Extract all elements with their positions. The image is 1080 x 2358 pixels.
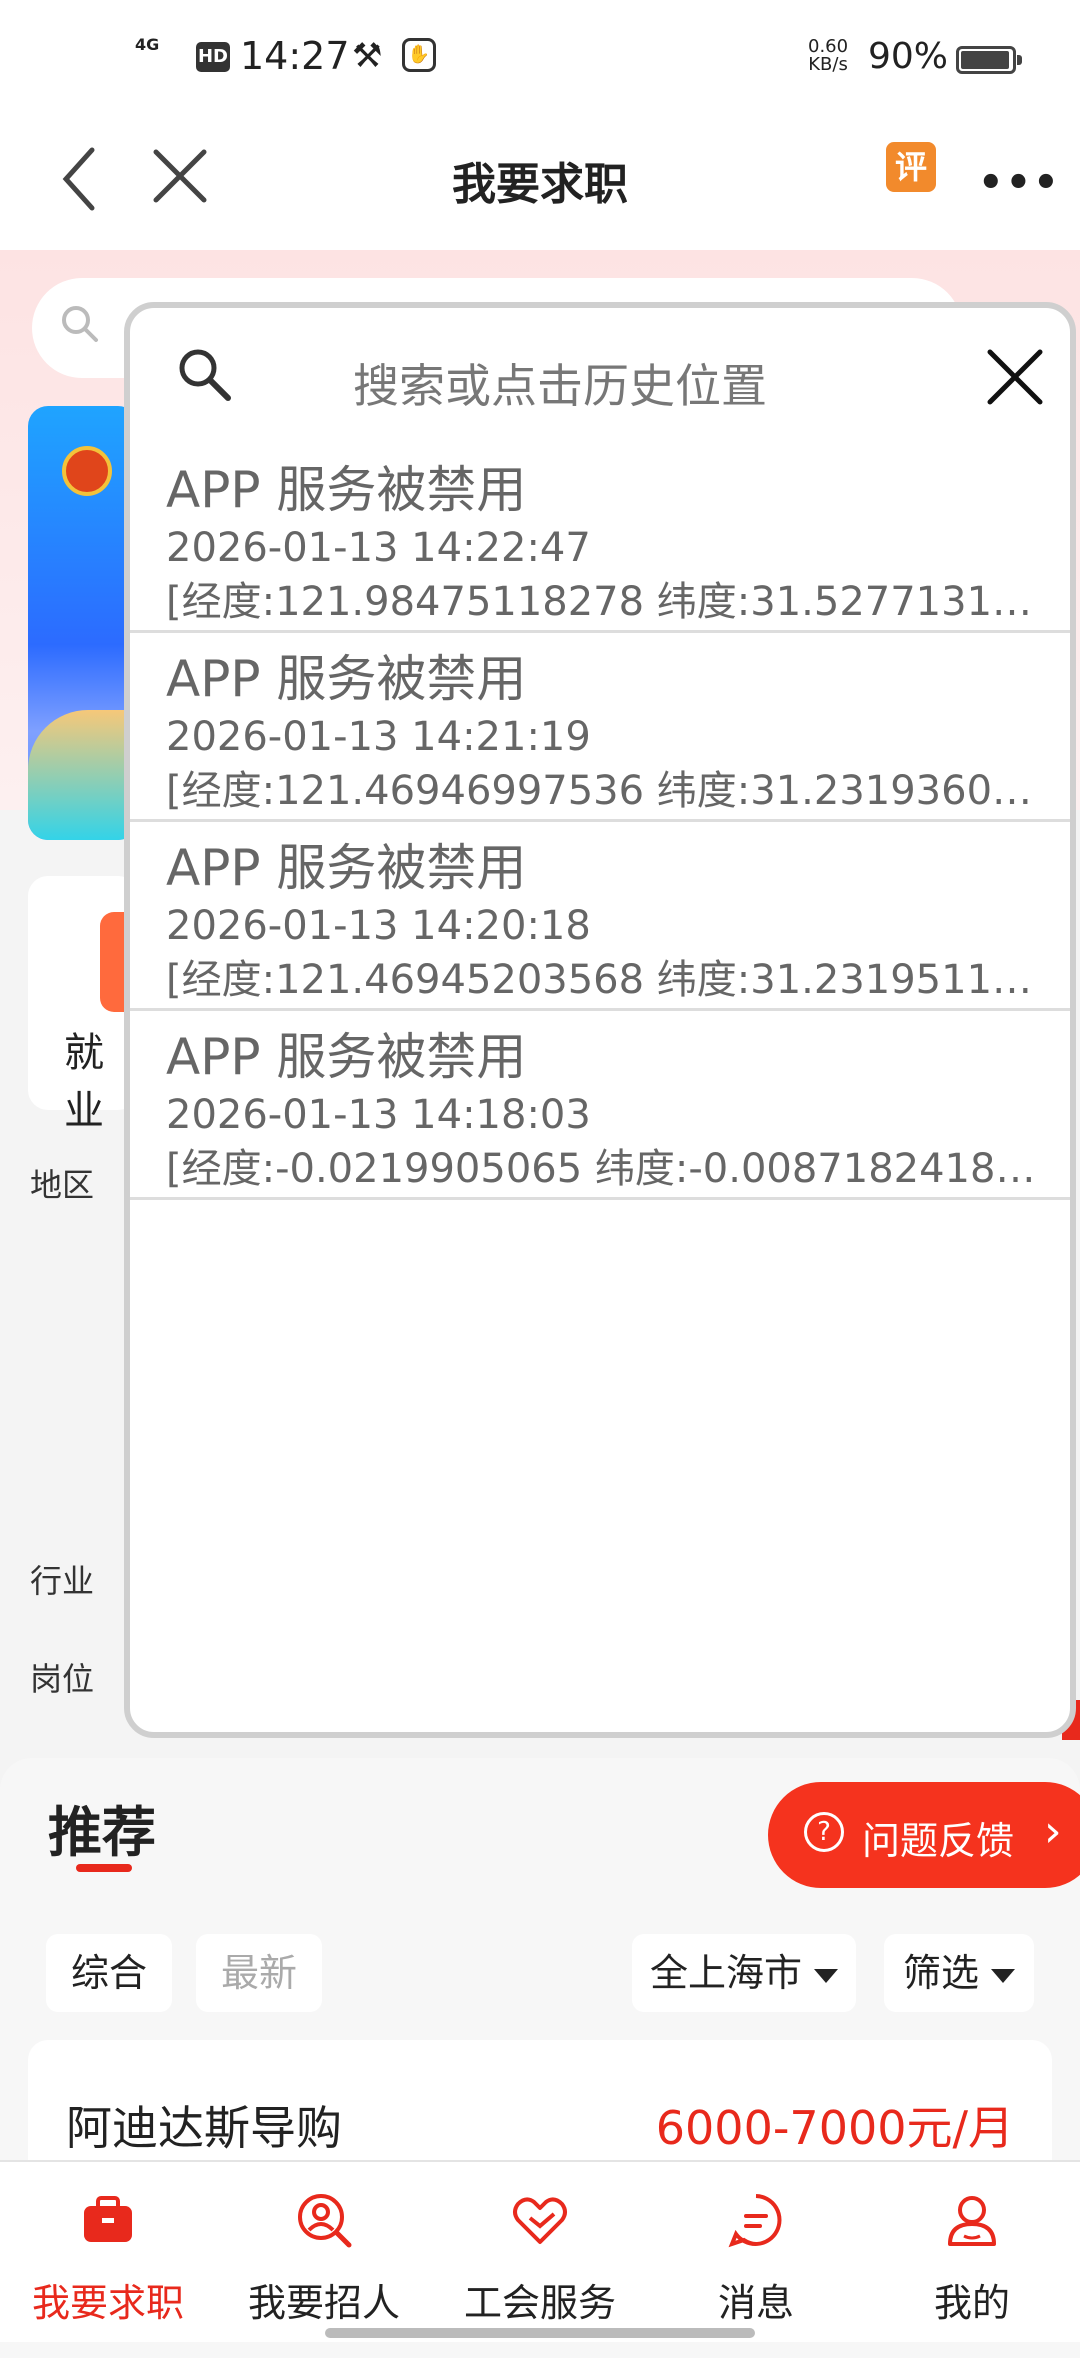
- history-title: APP 服务被禁用: [166, 650, 527, 708]
- home-indicator[interactable]: [325, 2328, 755, 2338]
- tab-label: 我要求职: [31, 2281, 184, 2325]
- chevron-right-icon: ›: [1044, 1806, 1062, 1857]
- hand-icon: ✋: [402, 38, 436, 72]
- tab-mine[interactable]: 我的: [864, 2162, 1080, 2342]
- status-time: 14:27: [240, 34, 350, 78]
- network-indicator: 4G: [135, 35, 160, 54]
- union-logo-icon: [62, 446, 112, 496]
- tab-job-seeking[interactable]: 我要求职: [0, 2162, 216, 2342]
- location-search-input[interactable]: 搜索或点击历史位置: [260, 350, 860, 416]
- filter-latest[interactable]: 最新: [196, 1934, 322, 2012]
- history-coords: [经度:-0.0219905065 纬度:-0.00871824183]: [166, 1146, 1036, 1192]
- bottom-tab-bar: 我要求职 我要招人 工会服务 消息 我的: [0, 2160, 1080, 2342]
- tab-label: 我的: [933, 2281, 1010, 2325]
- history-coords: [经度:121.46946997536 纬度:31.23193609…: [166, 768, 1036, 814]
- tab-label: 消息: [717, 2281, 794, 2325]
- search-person-icon: [298, 2194, 352, 2248]
- history-item[interactable]: APP 服务被禁用 2026-01-13 14:18:03 [经度:-0.021…: [130, 1011, 1070, 1200]
- nav-bar: 我要求职 评 •••: [0, 110, 1080, 250]
- dropdown-arrow-icon: [991, 1968, 1015, 1983]
- tab-union-service[interactable]: 工会服务: [432, 2162, 648, 2342]
- rate-icon[interactable]: 评: [886, 142, 936, 192]
- dropdown-arrow-icon: [814, 1968, 838, 1983]
- industry-label: 行业: [30, 1562, 95, 1600]
- history-date: 2026-01-13 14:21:19: [166, 714, 591, 760]
- history-date: 2026-01-13 14:22:47: [166, 525, 591, 571]
- more-icon[interactable]: •••: [978, 160, 1061, 206]
- tools-icon: ⚒: [352, 36, 383, 76]
- history-item[interactable]: APP 服务被禁用 2026-01-13 14:22:47 [经度:121.98…: [130, 444, 1070, 633]
- history-coords: [经度:121.46945203568 纬度:31.23195113…: [166, 957, 1036, 1003]
- battery-percent: 90%: [868, 36, 949, 77]
- history-date: 2026-01-13 14:18:03: [166, 1092, 591, 1138]
- region-label: 地区: [30, 1166, 95, 1204]
- location-history-popup: 搜索或点击历史位置 APP 服务被禁用 2026-01-13 14:22:47 …: [124, 302, 1076, 1738]
- history-title: APP 服务被禁用: [166, 839, 527, 897]
- heading-underline: [76, 1864, 132, 1872]
- status-bar: 4G HD 14:27 ⚒ ✋ 0.60 KB/s 90%: [0, 0, 1080, 110]
- city-dropdown[interactable]: 全上海市: [632, 1934, 856, 2012]
- job-name: 阿迪达斯导购: [66, 2101, 342, 2155]
- history-item[interactable]: APP 服务被禁用 2026-01-13 14:21:19 [经度:121.46…: [130, 633, 1070, 822]
- promo-banner[interactable]: [28, 406, 138, 840]
- history-list: APP 服务被禁用 2026-01-13 14:22:47 [经度:121.98…: [130, 444, 1070, 1200]
- person-icon: [948, 2196, 996, 2246]
- filter-dropdown[interactable]: 筛选: [884, 1934, 1034, 2012]
- hd-badge: HD: [196, 42, 230, 72]
- feedback-label: 问题反馈: [862, 1819, 1015, 1863]
- search-icon: [62, 306, 98, 342]
- filter-label: 筛选: [902, 1951, 979, 1995]
- speed-unit: KB/s: [808, 54, 848, 75]
- history-title: APP 服务被禁用: [166, 461, 527, 519]
- briefcase-icon: [84, 2196, 132, 2242]
- tab-label: 工会服务: [463, 2281, 616, 2325]
- tab-messages[interactable]: 消息: [648, 2162, 864, 2342]
- search-icon: [179, 349, 231, 401]
- service-card[interactable]: 就业: [28, 876, 150, 1134]
- history-coords: [经度:121.98475118278 纬度:31.527713175…: [166, 579, 1036, 625]
- position-label: 岗位: [30, 1660, 95, 1698]
- filter-comprehensive[interactable]: 综合: [46, 1934, 172, 2012]
- history-title: APP 服务被禁用: [166, 1028, 527, 1086]
- heart-hands-icon: [513, 2197, 567, 2244]
- message-icon: [728, 2194, 782, 2248]
- battery-icon: [956, 46, 1022, 74]
- history-item[interactable]: APP 服务被禁用 2026-01-13 14:20:18 [经度:121.46…: [130, 822, 1070, 1011]
- close-popup-icon[interactable]: [986, 348, 1044, 406]
- network-speed: 0.60 KB/s: [808, 38, 848, 74]
- tab-label: 我要招人: [247, 2281, 400, 2325]
- city-label: 全上海市: [649, 1951, 802, 1995]
- recommend-heading: 推荐: [48, 1801, 156, 1864]
- question-icon: ?: [804, 1812, 844, 1852]
- tab-recruiting[interactable]: 我要招人: [216, 2162, 432, 2342]
- job-salary: 6000-7000元/月: [655, 2101, 1014, 2155]
- history-date: 2026-01-13 14:20:18: [166, 903, 591, 949]
- feedback-button[interactable]: ? 问题反馈 ›: [768, 1782, 1080, 1888]
